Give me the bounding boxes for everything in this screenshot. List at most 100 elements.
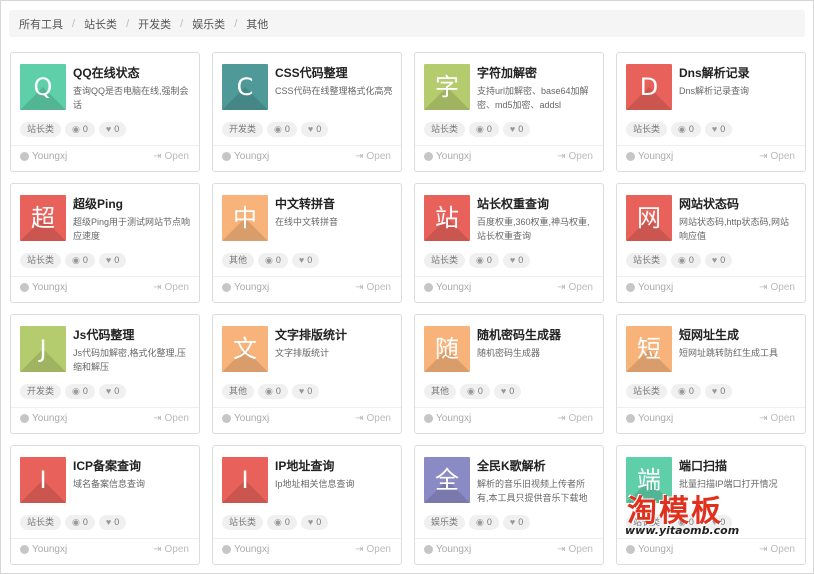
heart-icon: ♥ <box>711 517 718 527</box>
likes-count[interactable]: ♥ 0 <box>98 122 127 137</box>
tool-title[interactable]: 网站状态码 <box>679 195 801 212</box>
category-tag[interactable]: 站长类 <box>626 253 668 268</box>
likes-count[interactable]: ♥ 0 <box>502 515 531 530</box>
likes-count[interactable]: ♥ 0 <box>502 253 531 268</box>
likes-count[interactable]: ♥ 0 <box>704 122 733 137</box>
likes-count[interactable]: ♥ 0 <box>704 515 733 530</box>
likes-count[interactable]: ♥ 0 <box>493 384 522 399</box>
open-link[interactable]: ⇥ Open <box>557 282 593 293</box>
eye-icon: ◉ <box>274 124 282 134</box>
tool-card[interactable]: 站 站长权重查询 百度权重,360权重,神马权重,站长权重查询 站长类 ◉ 0 ♥… <box>414 183 604 303</box>
tool-title[interactable]: ICP备案查询 <box>73 457 195 474</box>
author-name: Youngxj <box>32 413 68 424</box>
likes-count[interactable]: ♥ 0 <box>291 253 320 268</box>
open-link[interactable]: ⇥ Open <box>557 151 593 162</box>
open-link[interactable]: ⇥ Open <box>153 151 189 162</box>
breadcrumb-other[interactable]: 其他 <box>246 16 268 32</box>
tool-card[interactable]: 中 中文转拼音 在线中文转拼音 其他 ◉ 0 ♥ 0 Youngxj ⇥ Open <box>212 183 402 303</box>
tool-title[interactable]: Dns解析记录 <box>679 64 801 81</box>
tool-title[interactable]: CSS代码整理 <box>275 64 397 81</box>
open-link[interactable]: ⇥ Open <box>355 413 391 424</box>
likes-count[interactable]: ♥ 0 <box>502 122 531 137</box>
open-link[interactable]: ⇥ Open <box>153 544 189 555</box>
category-tag[interactable]: 开发类 <box>20 384 62 399</box>
open-link[interactable]: ⇥ Open <box>355 282 391 293</box>
open-link[interactable]: ⇥ Open <box>759 282 795 293</box>
open-link[interactable]: ⇥ Open <box>759 151 795 162</box>
likes-count[interactable]: ♥ 0 <box>300 122 329 137</box>
likes-count[interactable]: ♥ 0 <box>704 384 733 399</box>
category-tag[interactable]: 站长类 <box>222 515 264 530</box>
category-tag[interactable]: 站长类 <box>626 384 668 399</box>
open-link[interactable]: ⇥ Open <box>557 544 593 555</box>
breadcrumb-webmaster[interactable]: 站长类 <box>84 16 117 32</box>
tool-title[interactable]: IP地址查询 <box>275 457 397 474</box>
breadcrumb-dev[interactable]: 开发类 <box>138 16 171 32</box>
tool-card[interactable]: C CSS代码整理 CSS代码在线整理格式化高亮 开发类 ◉ 0 ♥ 0 Young… <box>212 52 402 172</box>
category-tag[interactable]: 站长类 <box>424 122 466 137</box>
breadcrumb-all-tools[interactable]: 所有工具 <box>19 16 63 32</box>
tool-author: Youngxj <box>424 544 471 555</box>
open-link[interactable]: ⇥ Open <box>355 151 391 162</box>
tool-title[interactable]: 超级Ping <box>73 195 195 212</box>
category-tag[interactable]: 站长类 <box>424 253 466 268</box>
category-tag[interactable]: 站长类 <box>20 515 62 530</box>
tool-card[interactable]: 端 端口扫描 批量扫描IP端口打开情况 站长类 ◉ 0 ♥ 0 Youngxj ⇥ … <box>616 445 806 565</box>
tool-title[interactable]: Js代码整理 <box>73 326 195 343</box>
breadcrumb: 所有工具 / 站长类 / 开发类 / 娱乐类 / 其他 <box>9 10 805 37</box>
tool-title[interactable]: 站长权重查询 <box>477 195 599 212</box>
tool-tags: 其他 ◉ 0 ♥ 0 <box>424 384 522 399</box>
open-link[interactable]: ⇥ Open <box>153 413 189 424</box>
category-tag[interactable]: 站长类 <box>20 253 62 268</box>
tool-card[interactable]: I ICP备案查询 域名备案信息查询 站长类 ◉ 0 ♥ 0 Youngxj ⇥ O… <box>10 445 200 565</box>
likes-value: 0 <box>720 255 726 265</box>
tool-letter-icon: 全 <box>424 457 470 503</box>
tool-title[interactable]: 随机密码生成器 <box>477 326 599 343</box>
tool-card[interactable]: 字 字符加解密 支持url加解密、base64加解密、md5加密、addsl 站… <box>414 52 604 172</box>
tool-tags: 站长类 ◉ 0 ♥ 0 <box>20 253 127 268</box>
open-link[interactable]: ⇥ Open <box>153 282 189 293</box>
open-link[interactable]: ⇥ Open <box>355 544 391 555</box>
tool-icon-glyph: 超 <box>31 204 55 232</box>
category-tag[interactable]: 其他 <box>222 253 255 268</box>
category-tag[interactable]: 站长类 <box>626 515 668 530</box>
tool-title[interactable]: 全民K歌解析 <box>477 457 599 474</box>
tool-title[interactable]: QQ在线状态 <box>73 64 195 81</box>
tool-title[interactable]: 字符加解密 <box>477 64 599 81</box>
likes-count[interactable]: ♥ 0 <box>98 515 127 530</box>
tool-letter-icon: 随 <box>424 326 470 372</box>
likes-count[interactable]: ♥ 0 <box>300 515 329 530</box>
tool-card[interactable]: I IP地址查询 Ip地址相关信息查询 站长类 ◉ 0 ♥ 0 Youngxj ⇥ … <box>212 445 402 565</box>
likes-count[interactable]: ♥ 0 <box>98 253 127 268</box>
category-tag[interactable]: 站长类 <box>626 122 668 137</box>
tool-title[interactable]: 端口扫描 <box>679 457 801 474</box>
tool-card[interactable]: 短 短网址生成 短网址跳转防红生成工具 站长类 ◉ 0 ♥ 0 Youngxj ⇥ … <box>616 314 806 434</box>
tool-card[interactable]: 全 全民K歌解析 解析的音乐旧视频上传者所有,本工具只提供音乐下载地 娱乐类 ◉… <box>414 445 604 565</box>
open-link[interactable]: ⇥ Open <box>557 413 593 424</box>
tool-card[interactable]: D Dns解析记录 Dns解析记录查询 站长类 ◉ 0 ♥ 0 Youngxj ⇥ … <box>616 52 806 172</box>
category-tag[interactable]: 开发类 <box>222 122 264 137</box>
open-link[interactable]: ⇥ Open <box>759 413 795 424</box>
tool-title[interactable]: 中文转拼音 <box>275 195 397 212</box>
tool-card[interactable]: 随 随机密码生成器 随机密码生成器 其他 ◉ 0 ♥ 0 Youngxj ⇥ Ope… <box>414 314 604 434</box>
breadcrumb-entertainment[interactable]: 娱乐类 <box>192 16 225 32</box>
tool-card[interactable]: 网 网站状态码 网站状态码,http状态码,网站响应值 站长类 ◉ 0 ♥ 0 Yo… <box>616 183 806 303</box>
category-tag[interactable]: 其他 <box>222 384 255 399</box>
tool-card[interactable]: Q QQ在线状态 查询QQ是否电脑在线,强制会话 站长类 ◉ 0 ♥ 0 Young… <box>10 52 200 172</box>
tool-card[interactable]: 超 超级Ping 超级Ping用于测试网站节点响应速度 站长类 ◉ 0 ♥ 0 Yo… <box>10 183 200 303</box>
tool-tags: 站长类 ◉ 0 ♥ 0 <box>626 384 733 399</box>
tool-card[interactable]: J Js代码整理 Js代码加解密,格式化整理,压缩和解压 开发类 ◉ 0 ♥ 0 Y… <box>10 314 200 434</box>
likes-count[interactable]: ♥ 0 <box>291 384 320 399</box>
open-link[interactable]: ⇥ Open <box>759 544 795 555</box>
category-tag[interactable]: 其他 <box>424 384 457 399</box>
likes-count[interactable]: ♥ 0 <box>704 253 733 268</box>
eye-icon: ◉ <box>678 124 686 134</box>
tool-card[interactable]: 文 文字排版统计 文字排版统计 其他 ◉ 0 ♥ 0 Youngxj ⇥ Open <box>212 314 402 434</box>
tool-title[interactable]: 短网址生成 <box>679 326 801 343</box>
tool-letter-icon: 短 <box>626 326 672 372</box>
likes-count[interactable]: ♥ 0 <box>98 384 127 399</box>
category-tag[interactable]: 站长类 <box>20 122 62 137</box>
sign-in-icon: ⇥ <box>759 413 768 424</box>
tool-title[interactable]: 文字排版统计 <box>275 326 397 343</box>
category-tag[interactable]: 娱乐类 <box>424 515 466 530</box>
